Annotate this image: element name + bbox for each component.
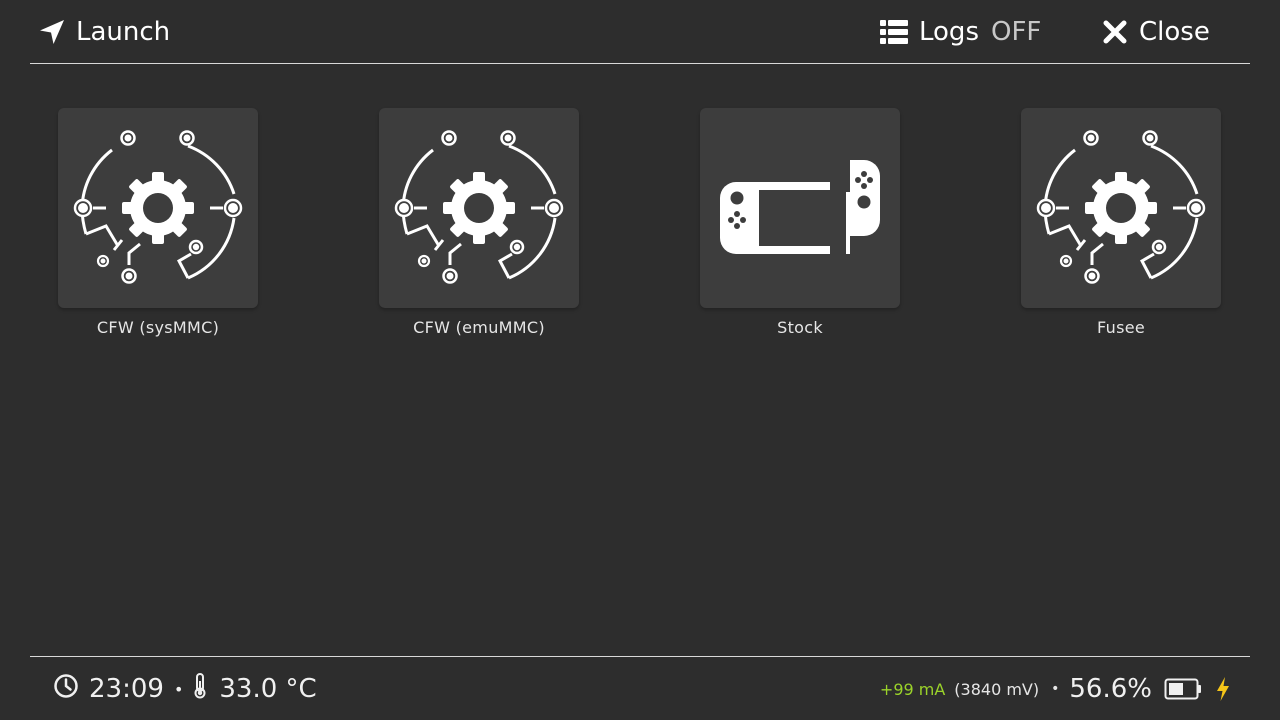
tile-cfw-emummc[interactable]: CFW (emuMMC) (379, 108, 579, 337)
switch-console-icon (720, 160, 880, 254)
launch-label: Launch (76, 17, 171, 47)
tile-label: Fusee (1097, 318, 1145, 337)
tile-label: CFW (sysMMC) (96, 318, 220, 337)
logs-state: OFF (991, 17, 1042, 47)
charging-bolt-icon (1216, 676, 1230, 702)
launch-menu[interactable]: Launch (38, 14, 170, 50)
clock-time: 23:09 (89, 674, 164, 704)
header-bar: Launch Logs OFF Close (30, 0, 1250, 64)
tile-button[interactable] (379, 108, 579, 308)
battery-icon (1164, 678, 1202, 700)
status-bar: 23:09 • 33.0 °C +99 mA (3840 mV) • 56.6% (30, 656, 1250, 720)
logs-toggle[interactable]: Logs OFF (880, 14, 1041, 50)
battery-current: +99 mA (879, 679, 946, 699)
separator-dot: • (173, 679, 184, 699)
battery-voltage: (3840 mV) (954, 679, 1040, 699)
tile-button[interactable] (1021, 108, 1221, 308)
gear-circuit-icon (1036, 130, 1206, 284)
gear-circuit-icon (394, 130, 564, 284)
separator-dot: • (1051, 681, 1060, 697)
clock-icon (53, 673, 79, 706)
close-label: Close (1139, 17, 1210, 47)
close-icon (1103, 20, 1127, 44)
tile-label: CFW (emuMMC) (413, 318, 545, 337)
tile-button[interactable] (700, 108, 900, 308)
launch-tiles: CFW (sysMMC) CFW (emuMMC) Stock Fusee (0, 108, 1280, 348)
tile-cfw-sysmmc[interactable]: CFW (sysMMC) (58, 108, 258, 337)
tile-stock[interactable]: Stock (700, 108, 900, 337)
navigation-arrow-icon (38, 18, 66, 46)
temperature-value: 33.0 °C (219, 674, 317, 704)
logs-label: Logs (919, 17, 979, 47)
status-right: +99 mA (3840 mV) • 56.6% (880, 671, 1230, 707)
battery-percent: 56.6% (1069, 674, 1152, 704)
tile-button[interactable] (58, 108, 258, 308)
list-icon (880, 19, 908, 45)
thermometer-icon (193, 672, 207, 706)
tile-label: Stock (777, 318, 823, 337)
close-button[interactable]: Close (1103, 14, 1210, 50)
tile-fusee[interactable]: Fusee (1021, 108, 1221, 337)
hekate-launch-screen: Launch Logs OFF Close CFW (sysMMC) CFW (… (0, 0, 1280, 720)
gear-circuit-icon (73, 130, 243, 284)
status-left: 23:09 • 33.0 °C (53, 671, 317, 707)
